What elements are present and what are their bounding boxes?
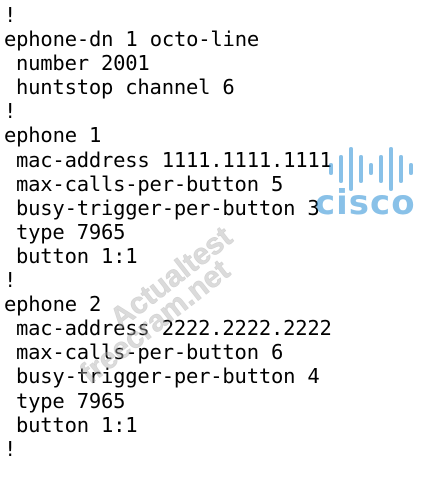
config-line: !: [4, 436, 17, 461]
config-line: ephone 2: [4, 292, 102, 317]
cisco-bars-icon: [329, 147, 413, 191]
cli-config-listing: ! ephone-dn 1 octo-line number 2001 huntsto…: [4, 3, 332, 461]
config-line: !: [4, 99, 17, 124]
config-line: number 2001: [16, 51, 150, 76]
config-line: button 1:1: [16, 243, 138, 268]
config-line: type 7965: [16, 219, 126, 244]
config-line: !: [4, 268, 17, 293]
config-line: mac-address 2222.2222.2222: [16, 316, 332, 341]
config-line: ephone-dn 1 octo-line: [4, 27, 259, 52]
config-line: type 7965: [16, 388, 126, 413]
config-line: busy-trigger-per-button 4: [16, 364, 320, 389]
config-line: busy-trigger-per-button 3: [16, 195, 320, 220]
config-line: button 1:1: [16, 412, 138, 437]
config-line: max-calls-per-button 5: [16, 171, 284, 196]
config-line: mac-address 1111.1111.1111: [16, 147, 332, 172]
config-line: !: [4, 3, 17, 27]
config-line: max-calls-per-button 6: [16, 340, 284, 365]
config-line: huntstop channel 6: [16, 75, 235, 100]
config-line: ephone 1: [4, 123, 102, 148]
